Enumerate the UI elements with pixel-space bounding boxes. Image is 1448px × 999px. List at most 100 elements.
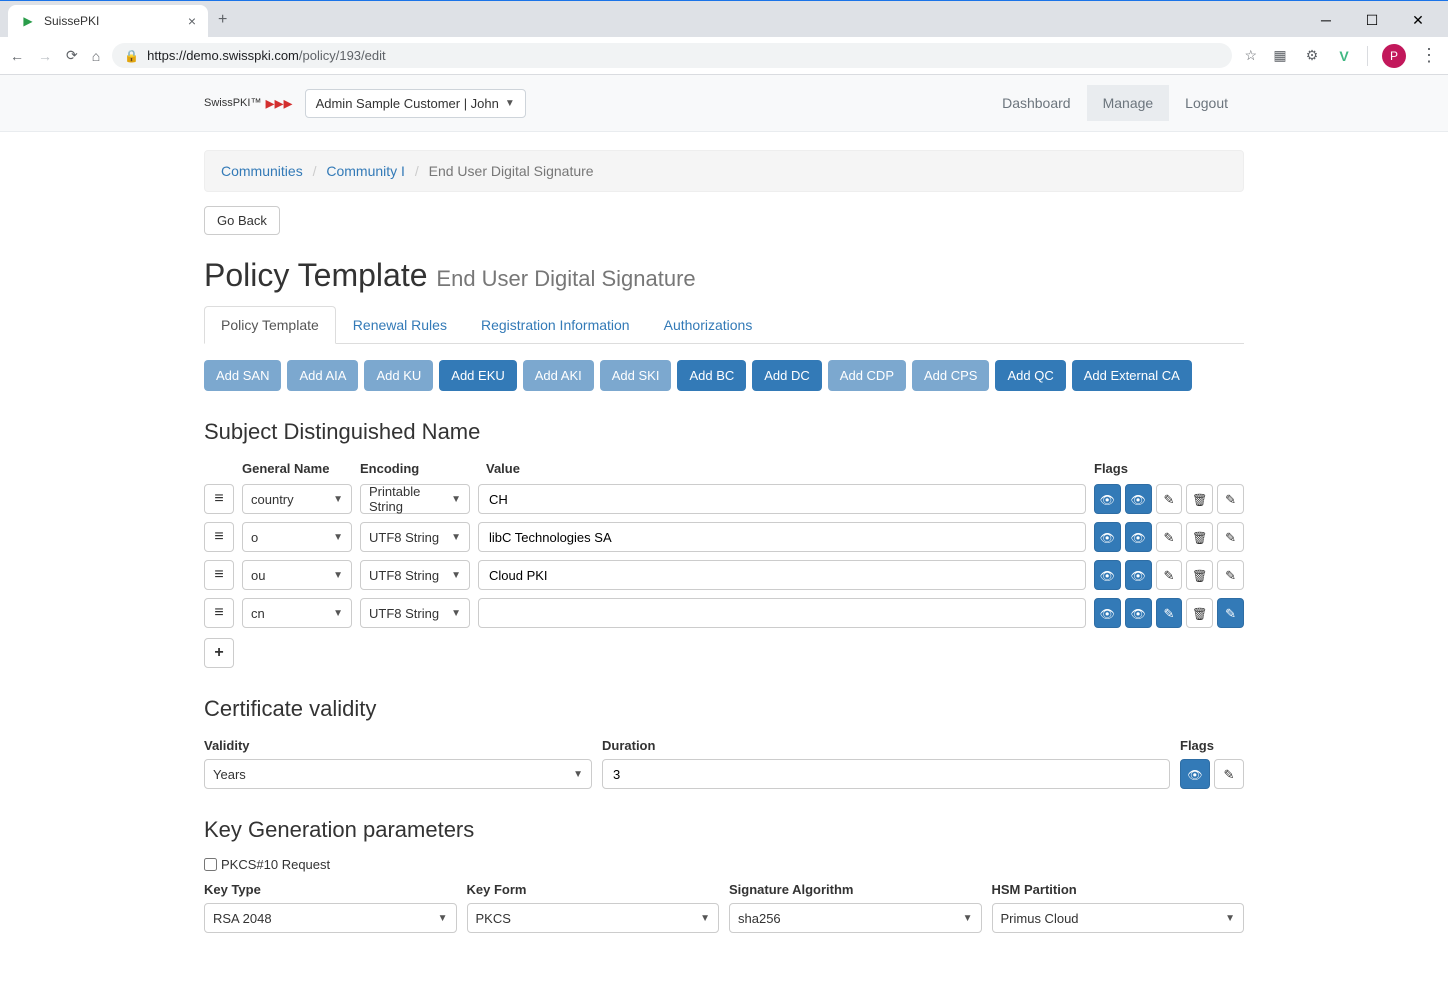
- extension-icon-1[interactable]: ▦: [1271, 47, 1289, 65]
- home-button[interactable]: ⌂: [92, 48, 100, 64]
- sdn-value-input[interactable]: [478, 484, 1086, 514]
- flag-edit-square-button[interactable]: [1217, 522, 1244, 552]
- customer-selector[interactable]: Admin Sample Customer | John ▼: [305, 89, 526, 118]
- extension-icon-2[interactable]: ⚙: [1303, 47, 1321, 65]
- sdn-flags: [1094, 560, 1244, 590]
- bookmark-icon[interactable]: ☆: [1244, 47, 1257, 64]
- flag-delete-button[interactable]: [1186, 560, 1213, 590]
- tab-renewal-rules[interactable]: Renewal Rules: [336, 306, 464, 344]
- flag-view-button-1[interactable]: [1094, 484, 1121, 514]
- chevron-down-icon: ▼: [333, 608, 343, 619]
- flag-view-button-1[interactable]: [1094, 560, 1121, 590]
- flag-edit-square-button[interactable]: [1217, 560, 1244, 590]
- close-window-button[interactable]: ✕: [1404, 12, 1432, 29]
- sdn-value-input[interactable]: [478, 598, 1086, 628]
- add-ski-button[interactable]: Add SKI: [600, 360, 672, 391]
- general-name-select[interactable]: country▼: [242, 484, 352, 514]
- chevron-down-icon: ▼: [438, 913, 448, 924]
- add-external-ca-button[interactable]: Add External CA: [1072, 360, 1192, 391]
- add-aki-button[interactable]: Add AKI: [523, 360, 594, 391]
- encoding-select[interactable]: UTF8 String▼: [360, 598, 470, 628]
- address-bar[interactable]: 🔒 https://demo.swisspki.com/policy/193/e…: [112, 43, 1232, 68]
- validity-unit-select[interactable]: Years▼: [204, 759, 592, 789]
- add-eku-button[interactable]: Add EKU: [439, 360, 516, 391]
- flag-view-button-2[interactable]: [1125, 484, 1152, 514]
- eye-icon: [1100, 605, 1115, 621]
- general-name-select[interactable]: cn▼: [242, 598, 352, 628]
- go-back-button[interactable]: Go Back: [204, 206, 280, 235]
- tab-authorizations[interactable]: Authorizations: [647, 306, 770, 344]
- add-sdn-row-button[interactable]: [204, 638, 234, 668]
- maximize-button[interactable]: ☐: [1358, 12, 1386, 29]
- flag-delete-button[interactable]: [1186, 484, 1213, 514]
- sdn-rows: country▼ Printable String▼ o▼ UTF8 String▼ o…: [204, 484, 1244, 628]
- breadcrumb-community[interactable]: Community I: [326, 163, 405, 179]
- drag-handle[interactable]: [204, 484, 234, 514]
- add-ku-button[interactable]: Add KU: [364, 360, 433, 391]
- forward-button[interactable]: →: [38, 48, 52, 64]
- general-name-select[interactable]: o▼: [242, 522, 352, 552]
- validity-flag-view-button[interactable]: [1180, 759, 1210, 789]
- encoding-select[interactable]: Printable String▼: [360, 484, 470, 514]
- add-dc-button[interactable]: Add DC: [752, 360, 822, 391]
- add-cps-button[interactable]: Add CPS: [912, 360, 989, 391]
- add-qc-button[interactable]: Add QC: [995, 360, 1065, 391]
- sdn-value-input[interactable]: [478, 522, 1086, 552]
- flag-edit-square-button[interactable]: [1217, 484, 1244, 514]
- sdn-heading: Subject Distinguished Name: [204, 419, 1244, 445]
- flag-edit-button[interactable]: [1156, 560, 1183, 590]
- flag-edit-button[interactable]: [1156, 484, 1183, 514]
- add-aia-button[interactable]: Add AIA: [287, 360, 358, 391]
- flag-delete-button[interactable]: [1186, 522, 1213, 552]
- pkcs10-checkbox[interactable]: [204, 858, 217, 871]
- nav-dashboard[interactable]: Dashboard: [986, 85, 1087, 121]
- new-tab-button[interactable]: +: [208, 3, 237, 37]
- flag-delete-button[interactable]: [1186, 598, 1213, 628]
- reload-button[interactable]: ⟳: [66, 47, 78, 64]
- close-tab-icon[interactable]: ×: [188, 13, 196, 29]
- validity-flag-edit-button[interactable]: [1214, 759, 1244, 789]
- edit-square-icon: [1225, 567, 1236, 584]
- drag-handle[interactable]: [204, 522, 234, 552]
- flag-view-button-1[interactable]: [1094, 598, 1121, 628]
- flag-view-button-2[interactable]: [1125, 560, 1152, 590]
- encoding-select[interactable]: UTF8 String▼: [360, 560, 470, 590]
- minimize-button[interactable]: ─: [1312, 12, 1340, 29]
- tab-policy-template[interactable]: Policy Template: [204, 306, 336, 344]
- breadcrumb-communities[interactable]: Communities: [221, 163, 303, 179]
- browser-tab[interactable]: ▶ SuissePKI ×: [8, 5, 208, 37]
- menu-icon[interactable]: ⋮: [1420, 45, 1438, 66]
- flag-edit-button[interactable]: [1156, 522, 1183, 552]
- brand-logo[interactable]: SwissPKI™ ▸▸▸: [204, 93, 293, 114]
- drag-handle[interactable]: [204, 598, 234, 628]
- eye-icon: [1100, 491, 1115, 507]
- flag-view-button-1[interactable]: [1094, 522, 1121, 552]
- vue-devtools-icon[interactable]: V: [1335, 47, 1353, 65]
- flag-edit-button[interactable]: [1156, 598, 1183, 628]
- profile-avatar[interactable]: P: [1382, 44, 1406, 68]
- tab-registration-information[interactable]: Registration Information: [464, 306, 647, 344]
- key-form-select[interactable]: PKCS▼: [467, 903, 720, 933]
- eye-icon: [1187, 766, 1202, 782]
- hsm-partition-select[interactable]: Primus Cloud▼: [992, 903, 1245, 933]
- add-cdp-button[interactable]: Add CDP: [828, 360, 906, 391]
- sdn-value-input[interactable]: [478, 560, 1086, 590]
- general-name-select[interactable]: ou▼: [242, 560, 352, 590]
- nav-logout[interactable]: Logout: [1169, 85, 1244, 121]
- sig-alg-select[interactable]: sha256▼: [729, 903, 982, 933]
- nav-manage[interactable]: Manage: [1087, 85, 1170, 121]
- drag-handle[interactable]: [204, 560, 234, 590]
- validity-duration-input[interactable]: [602, 759, 1170, 789]
- flag-view-button-2[interactable]: [1125, 598, 1152, 628]
- key-type-select[interactable]: RSA 2048▼: [204, 903, 457, 933]
- flag-edit-square-button[interactable]: [1217, 598, 1244, 628]
- add-san-button[interactable]: Add SAN: [204, 360, 281, 391]
- flag-view-button-2[interactable]: [1125, 522, 1152, 552]
- encoding-select[interactable]: UTF8 String▼: [360, 522, 470, 552]
- back-button[interactable]: ←: [10, 48, 24, 64]
- chevron-down-icon: ▼: [505, 98, 515, 109]
- validity-header-duration: Duration: [602, 738, 1170, 753]
- validity-row: Years▼: [204, 759, 1244, 789]
- add-bc-button[interactable]: Add BC: [677, 360, 746, 391]
- app-viewport[interactable]: SwissPKI™ ▸▸▸ Admin Sample Customer | Jo…: [0, 75, 1448, 999]
